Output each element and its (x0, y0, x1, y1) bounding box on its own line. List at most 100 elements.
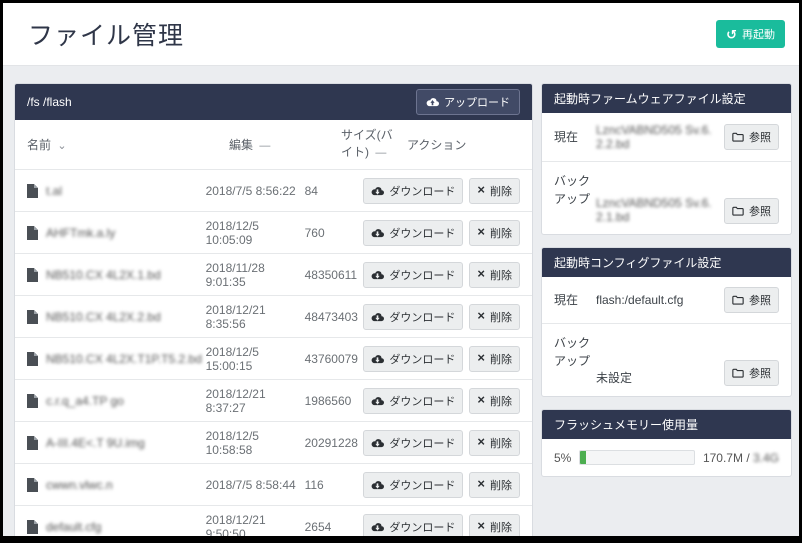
delete-button[interactable]: × 削除 (469, 178, 520, 204)
cloud-download-icon (371, 228, 384, 238)
config-panel-header: 起動時コンフィグファイル設定 (542, 248, 791, 277)
delete-button[interactable]: × 削除 (469, 346, 520, 372)
download-button[interactable]: ダウンロード (363, 220, 463, 246)
file-icon (27, 310, 38, 324)
download-label: ダウンロード (389, 435, 455, 451)
file-size: 48350611 (305, 268, 360, 282)
download-button[interactable]: ダウンロード (363, 178, 463, 204)
download-button[interactable]: ダウンロード (363, 388, 463, 414)
delete-button[interactable]: × 削除 (469, 220, 520, 246)
x-icon: × (477, 437, 485, 447)
file-edited: 2018/7/5 8:56:22 (206, 184, 305, 198)
delete-button[interactable]: × 削除 (469, 472, 520, 498)
table-row: A-III.4E<.T 9U.img 2018/12/5 10:58:58 20… (15, 422, 532, 464)
file-edited: 2018/12/21 9:50:50 (206, 513, 305, 541)
sort-chevron-down-icon: ⌄ (57, 140, 66, 152)
download-button[interactable]: ダウンロード (363, 346, 463, 372)
download-button[interactable]: ダウンロード (363, 262, 463, 288)
download-button[interactable]: ダウンロード (363, 430, 463, 456)
firmware-backup-row: バックアップ LzncVABND505 Sv.6.2.1.bd 参照 (542, 162, 791, 234)
backup-label: バックアップ (554, 334, 596, 370)
folder-icon (732, 132, 744, 142)
delete-label: 削除 (490, 183, 512, 199)
column-header-action: アクション (403, 136, 520, 153)
column-header-size[interactable]: サイズ(バイト) — (341, 127, 403, 161)
file-icon (27, 478, 38, 492)
cloud-upload-icon (426, 97, 439, 107)
delete-button[interactable]: × 削除 (469, 304, 520, 330)
file-size: 20291228 (305, 436, 360, 450)
breadcrumb-path: /fs /flash (27, 95, 72, 109)
upload-button[interactable]: アップロード (416, 89, 520, 115)
reboot-button[interactable]: ↺ 再起動 (716, 20, 785, 48)
x-icon: × (477, 311, 485, 321)
settings-column: 起動時ファームウェアファイル設定 現在 LzncVABND505 Sv.6.2.… (541, 83, 792, 477)
restart-icon: ↺ (726, 28, 737, 41)
usage-panel-title: フラッシュメモリー使用量 (554, 416, 698, 433)
firmware-panel-title: 起動時ファームウェアファイル設定 (554, 90, 746, 107)
table-row: NB510.CX 4L2X.2.bd 2018/12/21 8:35:56 48… (15, 296, 532, 338)
file-name: NB510.CX 4L2X.1.bd (46, 268, 161, 282)
firmware-settings-panel: 起動時ファームウェアファイル設定 現在 LzncVABND505 Sv.6.2.… (541, 83, 792, 235)
folder-icon (732, 368, 744, 378)
file-browser-panel: /fs /flash アップロード 名前 ⌄ 編集 — (14, 83, 533, 543)
file-edited: 2018/12/21 8:37:27 (206, 387, 305, 415)
file-edited: 2018/12/5 15:00:15 (206, 345, 305, 373)
download-label: ダウンロード (389, 309, 455, 325)
page-header: ファイル管理 ↺ 再起動 (3, 3, 799, 66)
folder-icon (732, 206, 744, 216)
download-label: ダウンロード (389, 477, 455, 493)
column-header-name[interactable]: 名前 ⌄ (27, 136, 229, 153)
x-icon: × (477, 185, 485, 195)
cloud-download-icon (371, 186, 384, 196)
file-name: NB510.CX 4L2X.2.bd (46, 310, 161, 324)
x-icon: × (477, 479, 485, 489)
download-button[interactable]: ダウンロード (363, 514, 463, 540)
sort-dash-icon: — (259, 140, 270, 152)
page-title: ファイル管理 (28, 16, 184, 52)
cloud-download-icon (371, 522, 384, 532)
config-panel-title: 起動時コンフィグファイル設定 (554, 254, 721, 271)
config-backup-browse-button[interactable]: 参照 (724, 360, 779, 386)
file-size: 43760079 (305, 352, 360, 366)
column-header-edited[interactable]: 編集 — (229, 136, 341, 153)
cloud-download-icon (371, 396, 384, 406)
file-icon (27, 184, 38, 198)
cloud-download-icon (371, 438, 384, 448)
table-row: default.cfg 2018/12/21 9:50:50 2654 ダウンロ… (15, 506, 532, 543)
table-row: NB510.CX 4L2X.T1P.T5.2.bd 2018/12/5 15:0… (15, 338, 532, 380)
x-icon: × (477, 353, 485, 363)
file-size: 48473403 (305, 310, 360, 324)
delete-button[interactable]: × 削除 (469, 262, 520, 288)
delete-button[interactable]: × 削除 (469, 388, 520, 414)
folder-icon (732, 295, 744, 305)
table-row: cwwn.vlwc.n 2018/7/5 8:58:44 116 ダウンロード … (15, 464, 532, 506)
firmware-current-row: 現在 LzncVABND505 Sv.6.2.2.bd 参照 (542, 113, 791, 162)
file-panel-header: /fs /flash アップロード (15, 84, 532, 120)
file-edited: 2018/7/5 8:58:44 (206, 478, 305, 492)
file-size: 760 (305, 226, 360, 240)
download-button[interactable]: ダウンロード (363, 304, 463, 330)
firmware-panel-header: 起動時ファームウェアファイル設定 (542, 84, 791, 113)
config-current-browse-button[interactable]: 参照 (724, 287, 779, 313)
usage-row: 5% 170.7M / 3.4G (542, 439, 791, 476)
firmware-current-browse-button[interactable]: 参照 (724, 124, 779, 150)
x-icon: × (477, 521, 485, 531)
usage-panel-header: フラッシュメモリー使用量 (542, 410, 791, 439)
config-backup-value: 未設定 (596, 369, 724, 386)
delete-label: 削除 (490, 519, 512, 535)
current-label: 現在 (554, 291, 596, 309)
file-icon (27, 394, 38, 408)
backup-label: バックアップ (554, 172, 596, 208)
file-name: cwwn.vlwc.n (46, 478, 113, 492)
file-size: 1986560 (305, 394, 360, 408)
usage-progressbar (579, 450, 695, 465)
file-size: 2654 (305, 520, 360, 534)
firmware-backup-browse-button[interactable]: 参照 (724, 198, 779, 224)
delete-button[interactable]: × 削除 (469, 430, 520, 456)
delete-label: 削除 (490, 351, 512, 367)
download-button[interactable]: ダウンロード (363, 472, 463, 498)
cloud-download-icon (371, 312, 384, 322)
delete-button[interactable]: × 削除 (469, 514, 520, 540)
file-size: 116 (305, 478, 360, 492)
